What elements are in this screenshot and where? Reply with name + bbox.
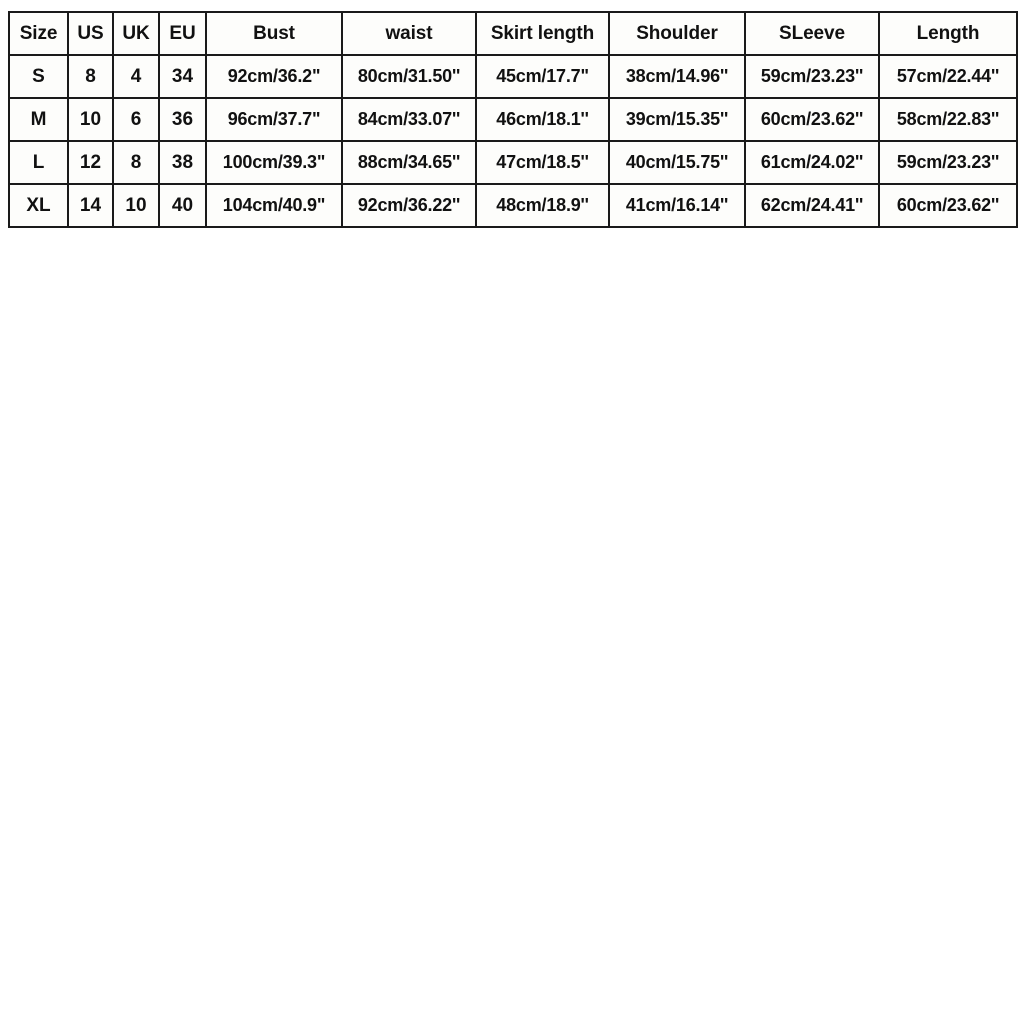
cell-us: 10 [67, 97, 114, 142]
cell-eu: 40 [158, 183, 207, 228]
cell-size: XL [8, 183, 69, 228]
cell-length: 57cm/22.44'' [878, 54, 1018, 99]
cell-sleeve: 60cm/23.62'' [744, 97, 880, 142]
cell-skirt-length: 48cm/18.9'' [475, 183, 610, 228]
cell-skirt-length: 45cm/17.7" [475, 54, 610, 99]
column-header-waist: waist [341, 11, 477, 56]
cell-us: 8 [67, 54, 114, 99]
cell-shoulder: 40cm/15.75'' [608, 140, 746, 185]
column-header-us: US [67, 11, 114, 56]
size-chart-header: Size US UK EU Bust waist Skirt length Sh… [8, 11, 1018, 56]
cell-bust: 96cm/37.7" [205, 97, 343, 142]
cell-uk: 6 [112, 97, 160, 142]
cell-length: 60cm/23.62'' [878, 183, 1018, 228]
cell-sleeve: 62cm/24.41'' [744, 183, 880, 228]
column-header-size: Size [8, 11, 69, 56]
cell-us: 12 [67, 140, 114, 185]
cell-length: 59cm/23.23'' [878, 140, 1018, 185]
column-header-shoulder: Shoulder [608, 11, 746, 56]
cell-eu: 38 [158, 140, 207, 185]
cell-eu: 36 [158, 97, 207, 142]
size-chart-body: S 8 4 34 92cm/36.2" 80cm/31.50'' 45cm/17… [8, 54, 1018, 228]
cell-skirt-length: 47cm/18.5'' [475, 140, 610, 185]
column-header-eu: EU [158, 11, 207, 56]
cell-length: 58cm/22.83'' [878, 97, 1018, 142]
cell-waist: 84cm/33.07'' [341, 97, 477, 142]
cell-sleeve: 59cm/23.23'' [744, 54, 880, 99]
column-header-length: Length [878, 11, 1018, 56]
cell-sleeve: 61cm/24.02'' [744, 140, 880, 185]
cell-us: 14 [67, 183, 114, 228]
cell-uk: 4 [112, 54, 160, 99]
cell-size: M [8, 97, 69, 142]
size-chart-table: Size US UK EU Bust waist Skirt length Sh… [8, 11, 1018, 228]
cell-uk: 8 [112, 140, 160, 185]
cell-bust: 104cm/40.9" [205, 183, 343, 228]
table-row: M 10 6 36 96cm/37.7" 84cm/33.07'' 46cm/1… [8, 97, 1018, 142]
cell-bust: 100cm/39.3" [205, 140, 343, 185]
cell-shoulder: 38cm/14.96'' [608, 54, 746, 99]
table-header-row: Size US UK EU Bust waist Skirt length Sh… [8, 11, 1018, 56]
page-canvas: Size US UK EU Bust waist Skirt length Sh… [0, 0, 1024, 1024]
column-header-sleeve: SLeeve [744, 11, 880, 56]
table-row: XL 14 10 40 104cm/40.9" 92cm/36.22'' 48c… [8, 183, 1018, 228]
cell-skirt-length: 46cm/18.1'' [475, 97, 610, 142]
cell-bust: 92cm/36.2" [205, 54, 343, 99]
table-row: S 8 4 34 92cm/36.2" 80cm/31.50'' 45cm/17… [8, 54, 1018, 99]
size-chart-container: Size US UK EU Bust waist Skirt length Sh… [8, 11, 1018, 228]
table-row: L 12 8 38 100cm/39.3" 88cm/34.65'' 47cm/… [8, 140, 1018, 185]
cell-shoulder: 41cm/16.14'' [608, 183, 746, 228]
cell-eu: 34 [158, 54, 207, 99]
cell-waist: 92cm/36.22'' [341, 183, 477, 228]
cell-size: S [8, 54, 69, 99]
cell-shoulder: 39cm/15.35'' [608, 97, 746, 142]
cell-uk: 10 [112, 183, 160, 228]
cell-size: L [8, 140, 69, 185]
cell-waist: 80cm/31.50'' [341, 54, 477, 99]
column-header-bust: Bust [205, 11, 343, 56]
cell-waist: 88cm/34.65'' [341, 140, 477, 185]
column-header-skirt-length: Skirt length [475, 11, 610, 56]
column-header-uk: UK [112, 11, 160, 56]
